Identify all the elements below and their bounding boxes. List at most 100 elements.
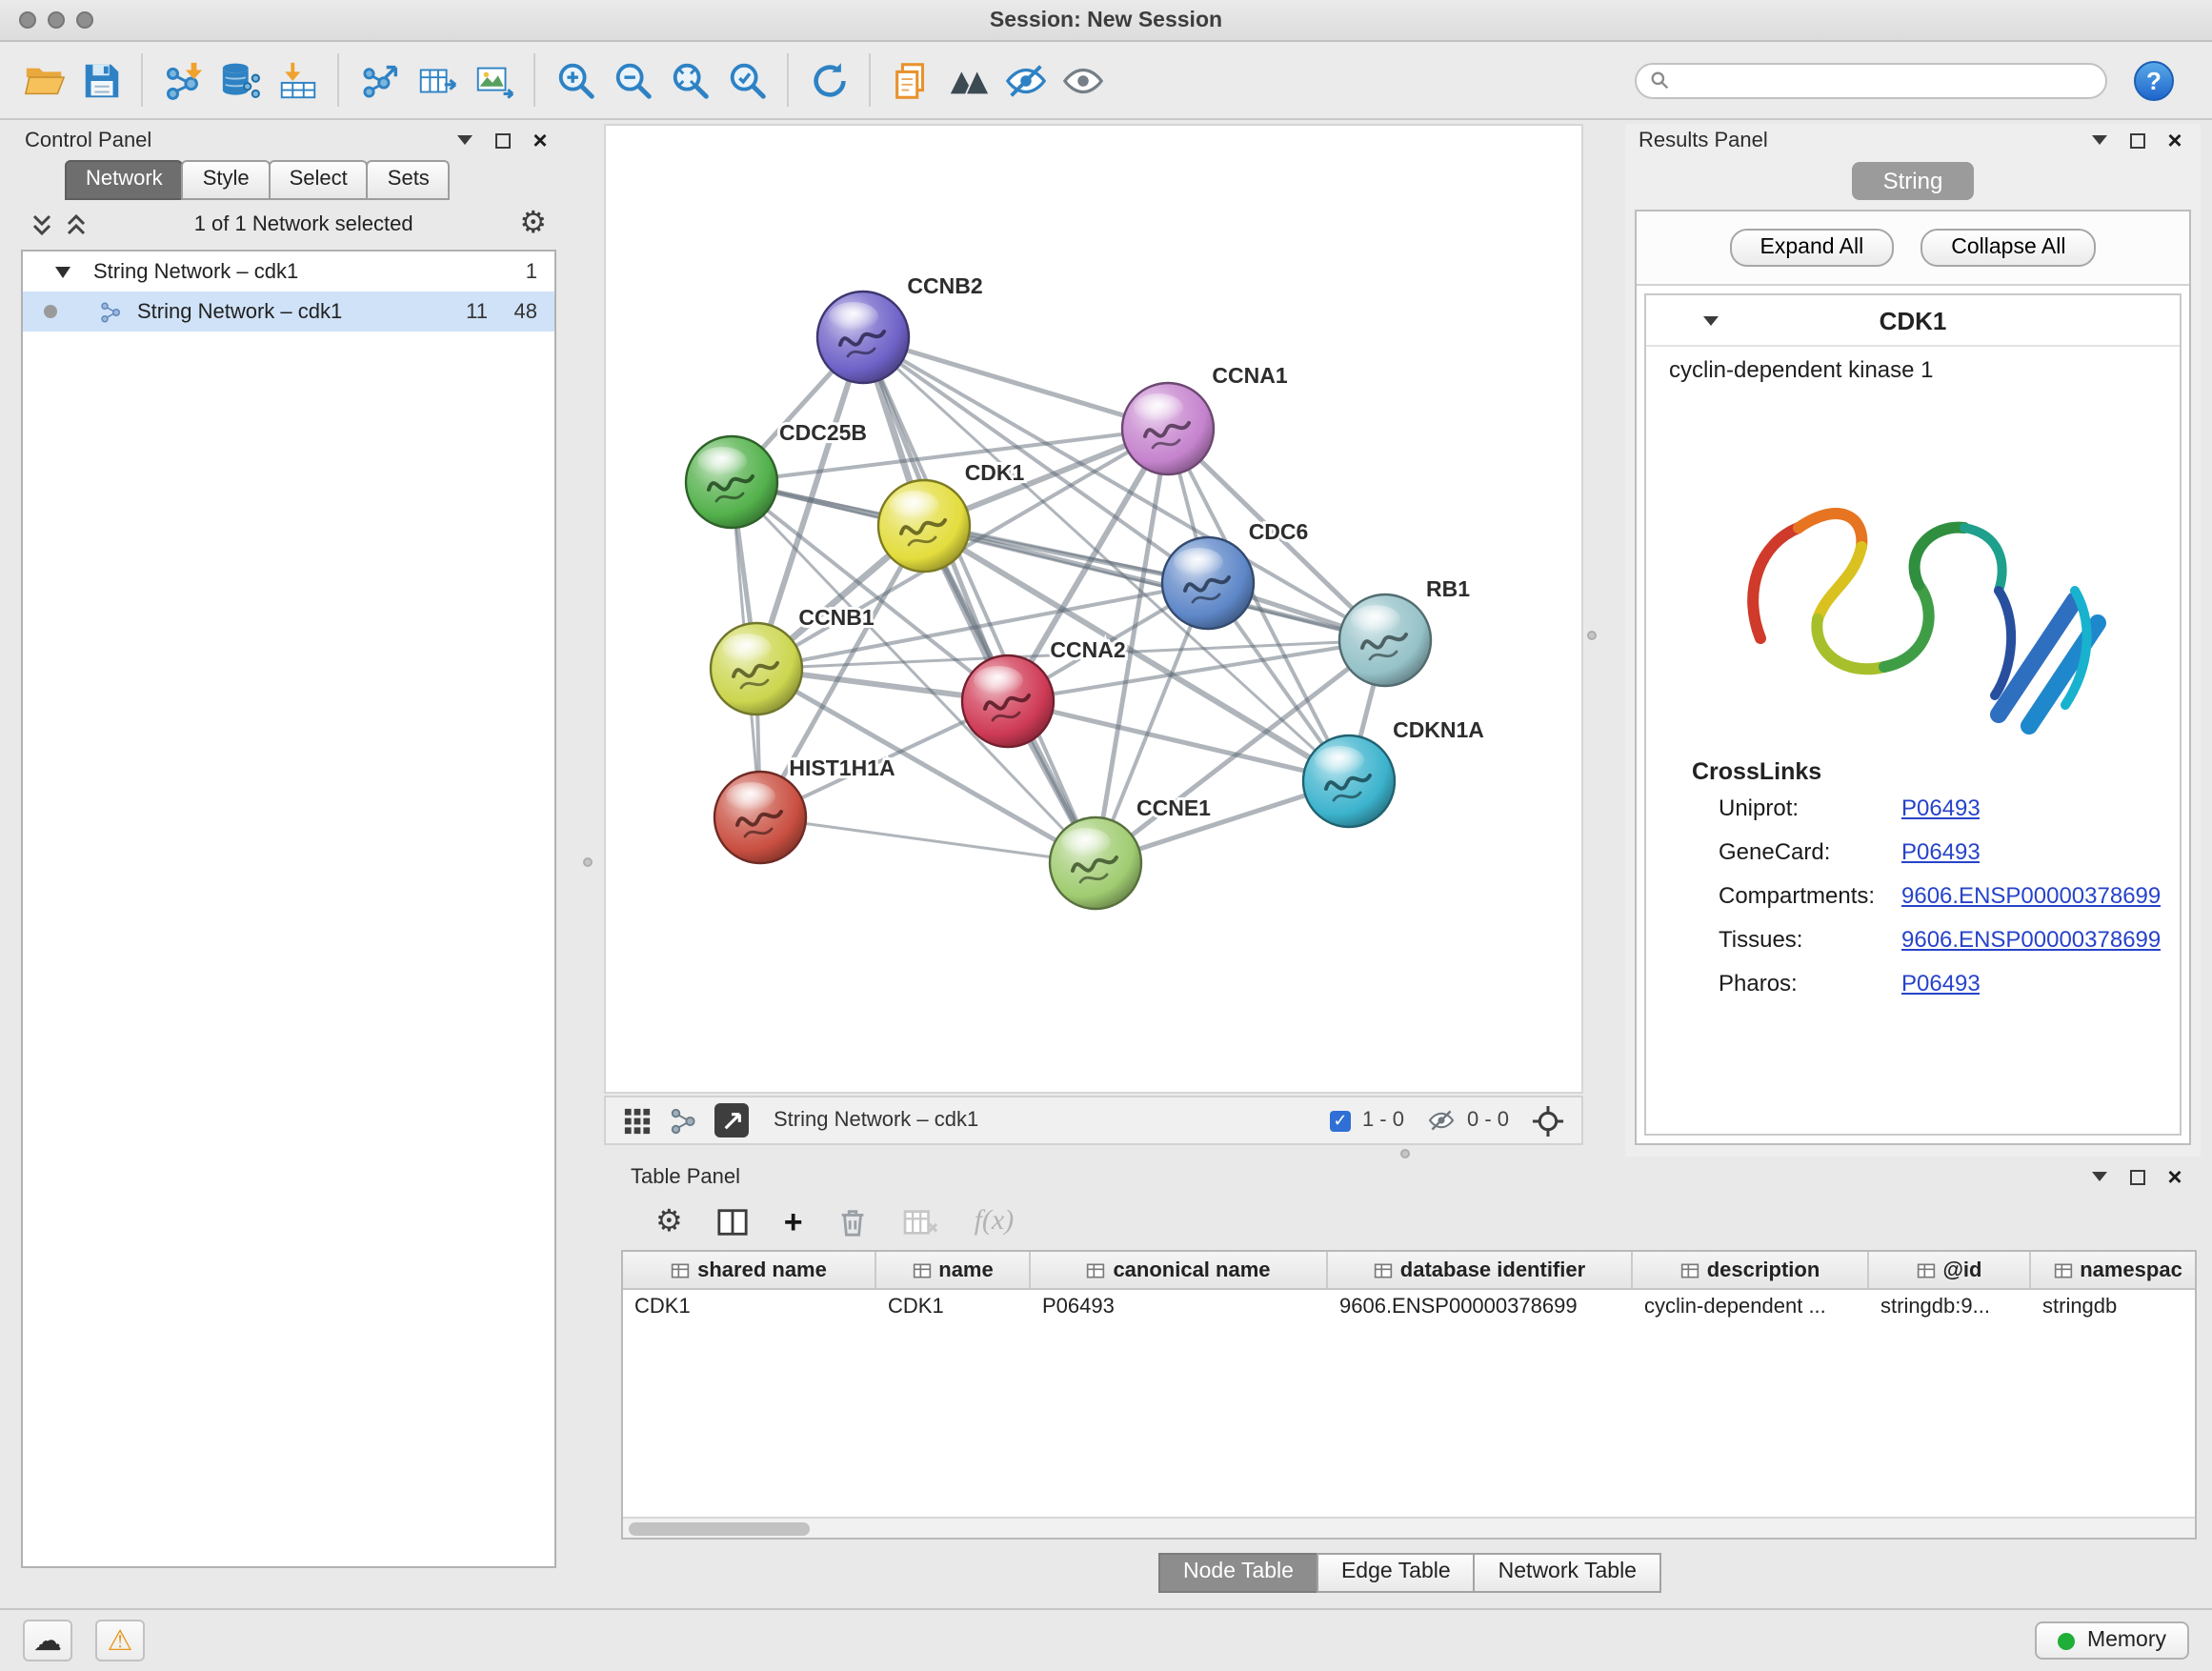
- column-header-@id[interactable]: @id: [1869, 1252, 2031, 1288]
- show-columns-button[interactable]: [717, 1206, 750, 1238]
- birds-eye-view-button[interactable]: [714, 1103, 749, 1137]
- share-network-icon: [669, 1106, 697, 1135]
- pharos-link[interactable]: P06493: [1901, 969, 1981, 996]
- delete-column-button[interactable]: [837, 1206, 870, 1238]
- export-table-button[interactable]: [408, 51, 465, 109]
- annotations-button[interactable]: [882, 51, 939, 109]
- cloud-status-button[interactable]: ☁: [23, 1620, 72, 1661]
- close-panel-button[interactable]: ×: [2162, 1164, 2187, 1189]
- grid-icon: [623, 1106, 652, 1135]
- table-options-button[interactable]: ⚙: [655, 1207, 683, 1238]
- scrollbar-thumb[interactable]: [629, 1522, 810, 1536]
- close-panel-button[interactable]: ×: [2162, 128, 2187, 152]
- tab-select[interactable]: Select: [269, 160, 369, 200]
- control-panel-title: Control Panel: [25, 129, 151, 151]
- close-window-button[interactable]: [19, 11, 36, 29]
- network-node-rb1[interactable]: [1339, 594, 1431, 686]
- collapse-panel-button[interactable]: [452, 128, 476, 152]
- tissues-link[interactable]: 9606.ENSP00000378699: [1901, 925, 2161, 952]
- splitter-handle[interactable]: [1587, 631, 1597, 640]
- collapse-all-networks-button[interactable]: [65, 213, 88, 236]
- zoom-out-button[interactable]: [604, 51, 661, 109]
- network-node-cdc6[interactable]: [1162, 537, 1254, 629]
- tab-node-table[interactable]: Node Table: [1158, 1553, 1318, 1593]
- network-node-ccna2[interactable]: [962, 655, 1054, 747]
- network-node-ccna1[interactable]: [1122, 383, 1214, 474]
- horizontal-scrollbar[interactable]: [623, 1517, 2195, 1538]
- network-node-cdc25b[interactable]: [686, 436, 777, 528]
- zoom-window-button[interactable]: [76, 11, 93, 29]
- network-options-button[interactable]: ⚙: [519, 210, 547, 240]
- column-header-canonical-name[interactable]: canonical name: [1031, 1252, 1328, 1288]
- tab-string[interactable]: String: [1853, 162, 1974, 200]
- close-icon: ×: [2167, 128, 2182, 152]
- network-node-ccne1[interactable]: [1050, 817, 1141, 909]
- import-network-database-button[interactable]: [211, 51, 269, 109]
- tab-style[interactable]: Style: [182, 160, 271, 200]
- network-node-cdkn1a[interactable]: [1303, 735, 1395, 827]
- zoom-fit-button[interactable]: [661, 51, 718, 109]
- tab-network-table[interactable]: Network Table: [1474, 1553, 1661, 1593]
- collapse-all-button[interactable]: Collapse All: [1920, 229, 2096, 267]
- column-header-name[interactable]: name: [876, 1252, 1031, 1288]
- warnings-button[interactable]: ⚠: [95, 1620, 145, 1661]
- close-panel-button[interactable]: ×: [528, 128, 553, 152]
- network-edge[interactable]: [1008, 701, 1349, 781]
- expand-all-button[interactable]: Expand All: [1730, 229, 1895, 267]
- column-header-shared-name[interactable]: shared name: [623, 1252, 876, 1288]
- import-table-button[interactable]: [269, 51, 326, 109]
- expand-all-networks-button[interactable]: [30, 213, 53, 236]
- column-header-namespac[interactable]: namespac: [2031, 1252, 2197, 1288]
- network-edge[interactable]: [863, 337, 1168, 429]
- network-list-button[interactable]: [669, 1106, 697, 1135]
- network-node-cdk1[interactable]: [878, 480, 970, 572]
- network-collection-row[interactable]: String Network – cdk1 1: [23, 252, 554, 292]
- minimize-window-button[interactable]: [48, 11, 65, 29]
- float-panel-button[interactable]: [2124, 128, 2149, 152]
- search-input[interactable]: [1679, 69, 2092, 91]
- network-node-ccnb2[interactable]: [817, 292, 909, 383]
- table-row[interactable]: CDK1CDK1P064939606.ENSP00000378699cyclin…: [623, 1290, 2195, 1328]
- open-session-button[interactable]: [15, 51, 72, 109]
- network-node-hist1h1a[interactable]: [714, 772, 806, 863]
- show-all-button[interactable]: [1054, 51, 1111, 109]
- splitter-handle[interactable]: [583, 857, 593, 867]
- pan-mode-button[interactable]: [1532, 1104, 1564, 1137]
- float-panel-button[interactable]: [490, 128, 514, 152]
- help-button[interactable]: ?: [2134, 60, 2174, 100]
- column-header-database-identifier[interactable]: database identifier: [1328, 1252, 1633, 1288]
- apply-layout-button[interactable]: [800, 51, 857, 109]
- selected-checkbox-icon[interactable]: ✓: [1330, 1110, 1351, 1131]
- network-node-ccnb1[interactable]: [711, 623, 802, 715]
- collapse-panel-button[interactable]: [2086, 1164, 2111, 1189]
- grid-view-button[interactable]: [623, 1106, 652, 1135]
- uniprot-link[interactable]: P06493: [1901, 794, 1981, 820]
- import-network-file-button[interactable]: [154, 51, 211, 109]
- expander-icon[interactable]: [55, 266, 70, 277]
- export-image-button[interactable]: [465, 51, 522, 109]
- network-edge[interactable]: [760, 817, 1096, 863]
- float-panel-button[interactable]: [2124, 1164, 2149, 1189]
- create-column-button[interactable]: +: [784, 1206, 803, 1238]
- tab-network[interactable]: Network: [65, 160, 184, 200]
- gene-section-header[interactable]: CDK1: [1646, 295, 2180, 347]
- save-session-button[interactable]: [72, 51, 130, 109]
- column-header-description[interactable]: description: [1633, 1252, 1869, 1288]
- collapse-panel-button[interactable]: [2086, 128, 2111, 152]
- graphics-details-button[interactable]: [939, 51, 996, 109]
- splitter-handle[interactable]: [1400, 1149, 1410, 1158]
- network-row[interactable]: String Network – cdk1 11 48: [23, 292, 554, 332]
- network-canvas[interactable]: CCNB2CCNA1CDC25BCDK1CDC6RB1CCNB1CCNA2CDK…: [604, 124, 1583, 1094]
- zoom-in-button[interactable]: [547, 51, 604, 109]
- zoom-selected-button[interactable]: [718, 51, 775, 109]
- tab-edge-table[interactable]: Edge Table: [1317, 1553, 1476, 1593]
- function-builder-button[interactable]: f(x): [975, 1206, 1015, 1238]
- tab-sets[interactable]: Sets: [367, 160, 451, 200]
- genecard-link[interactable]: P06493: [1901, 837, 1981, 864]
- memory-button[interactable]: Memory: [2036, 1621, 2189, 1660]
- network-edge[interactable]: [863, 337, 1096, 863]
- compartments-link[interactable]: 9606.ENSP00000378699: [1901, 881, 2161, 908]
- export-network-button[interactable]: [351, 51, 408, 109]
- delete-table-button[interactable]: [904, 1206, 940, 1238]
- hide-selected-button[interactable]: [996, 51, 1054, 109]
